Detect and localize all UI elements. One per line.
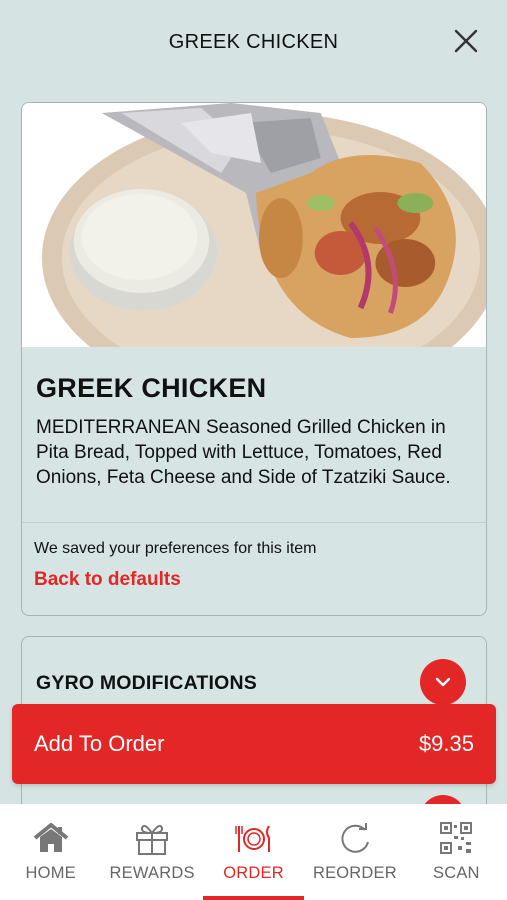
divider bbox=[22, 522, 486, 523]
preferences-note: We saved your preferences for this item bbox=[34, 540, 317, 557]
tab-label: SCAN bbox=[433, 864, 480, 882]
tab-order[interactable]: ORDER bbox=[202, 804, 305, 900]
item-detail-card: GREEK CHICKEN MEDITERRANEAN Seasoned Gri… bbox=[21, 102, 487, 616]
tab-label: HOME bbox=[25, 864, 76, 882]
qr-code-icon bbox=[440, 822, 473, 854]
active-tab-indicator bbox=[202, 896, 305, 900]
tab-home[interactable]: HOME bbox=[0, 804, 101, 900]
tab-label: REWARDS bbox=[109, 864, 195, 882]
order-price: $9.35 bbox=[418, 731, 474, 756]
section-label: GYRO MODIFICATIONS bbox=[36, 672, 257, 694]
page-title: GREEK CHICKEN bbox=[168, 30, 339, 53]
tab-label: REORDER bbox=[312, 864, 397, 882]
tab-label: ORDER bbox=[223, 864, 284, 882]
tab-rewards[interactable]: REWARDS bbox=[101, 804, 202, 900]
tab-scan[interactable]: SCAN bbox=[406, 804, 507, 900]
refresh-icon bbox=[341, 823, 369, 853]
close-button[interactable] bbox=[453, 28, 479, 54]
chevron-down-icon bbox=[435, 677, 451, 687]
item-title: GREEK CHICKEN bbox=[36, 373, 267, 403]
header-bar: GREEK CHICKEN bbox=[0, 0, 507, 84]
expand-modifications-button[interactable] bbox=[420, 659, 466, 705]
add-to-order-label: Add To Order bbox=[34, 731, 165, 756]
back-to-defaults-link[interactable]: Back to defaults bbox=[34, 569, 181, 591]
close-icon bbox=[454, 29, 478, 53]
item-photo bbox=[22, 103, 486, 347]
item-description: MEDITERRANEAN Seasoned Grilled Chicken i… bbox=[36, 417, 451, 488]
bottom-tab-bar: HOME REWARDS ORDER REORDER SCAN bbox=[0, 804, 507, 900]
add-to-order-button[interactable]: Add To Order $9.35 bbox=[12, 704, 496, 784]
tab-reorder[interactable]: REORDER bbox=[304, 804, 405, 900]
gift-icon bbox=[136, 824, 169, 855]
plate-cutlery-icon bbox=[234, 825, 270, 852]
home-icon bbox=[33, 823, 68, 852]
